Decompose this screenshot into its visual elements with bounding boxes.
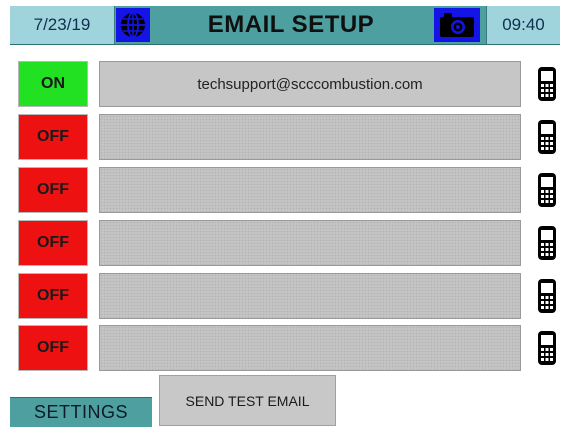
email-row-4: OFF <box>0 220 563 268</box>
email-toggle-2[interactable]: OFF <box>18 114 88 160</box>
email-field-4[interactable] <box>99 220 521 266</box>
email-row-2: OFF <box>0 114 563 162</box>
email-row-6: OFF <box>0 325 563 373</box>
date-display: 7/23/19 <box>10 6 115 44</box>
email-toggle-3[interactable]: OFF <box>18 167 88 213</box>
globe-button[interactable] <box>116 8 150 42</box>
mobile-phone-icon[interactable] <box>536 119 558 155</box>
email-field-5[interactable] <box>99 273 521 319</box>
mobile-phone-icon[interactable] <box>536 66 558 102</box>
email-row-3: OFF <box>0 167 563 215</box>
mobile-phone-icon[interactable] <box>536 330 558 366</box>
email-toggle-1[interactable]: ON <box>18 61 88 107</box>
page-title: EMAIL SETUP <box>207 11 375 38</box>
globe-icon <box>121 12 145 38</box>
email-toggle-4[interactable]: OFF <box>18 220 88 266</box>
email-field-1[interactable]: techsupport@scccombustion.com <box>99 61 521 107</box>
mobile-phone-icon[interactable] <box>536 278 558 314</box>
email-row-5: OFF <box>0 273 563 321</box>
email-field-6[interactable] <box>99 325 521 371</box>
mobile-phone-icon[interactable] <box>536 172 558 208</box>
email-field-3[interactable] <box>99 167 521 213</box>
mobile-phone-icon[interactable] <box>536 225 558 261</box>
email-field-2[interactable] <box>99 114 521 160</box>
email-toggle-6[interactable]: OFF <box>18 325 88 371</box>
camera-icon <box>440 13 474 37</box>
camera-button[interactable] <box>434 8 480 42</box>
settings-button[interactable]: SETTINGS <box>10 397 152 427</box>
email-toggle-5[interactable]: OFF <box>18 273 88 319</box>
time-display: 09:40 <box>486 6 560 44</box>
send-test-email-button[interactable]: SEND TEST EMAIL <box>159 375 336 426</box>
header-bar: 7/23/19 EMAIL SETUP 09:40 <box>10 6 560 45</box>
email-row-1: ON techsupport@scccombustion.com <box>0 61 563 109</box>
